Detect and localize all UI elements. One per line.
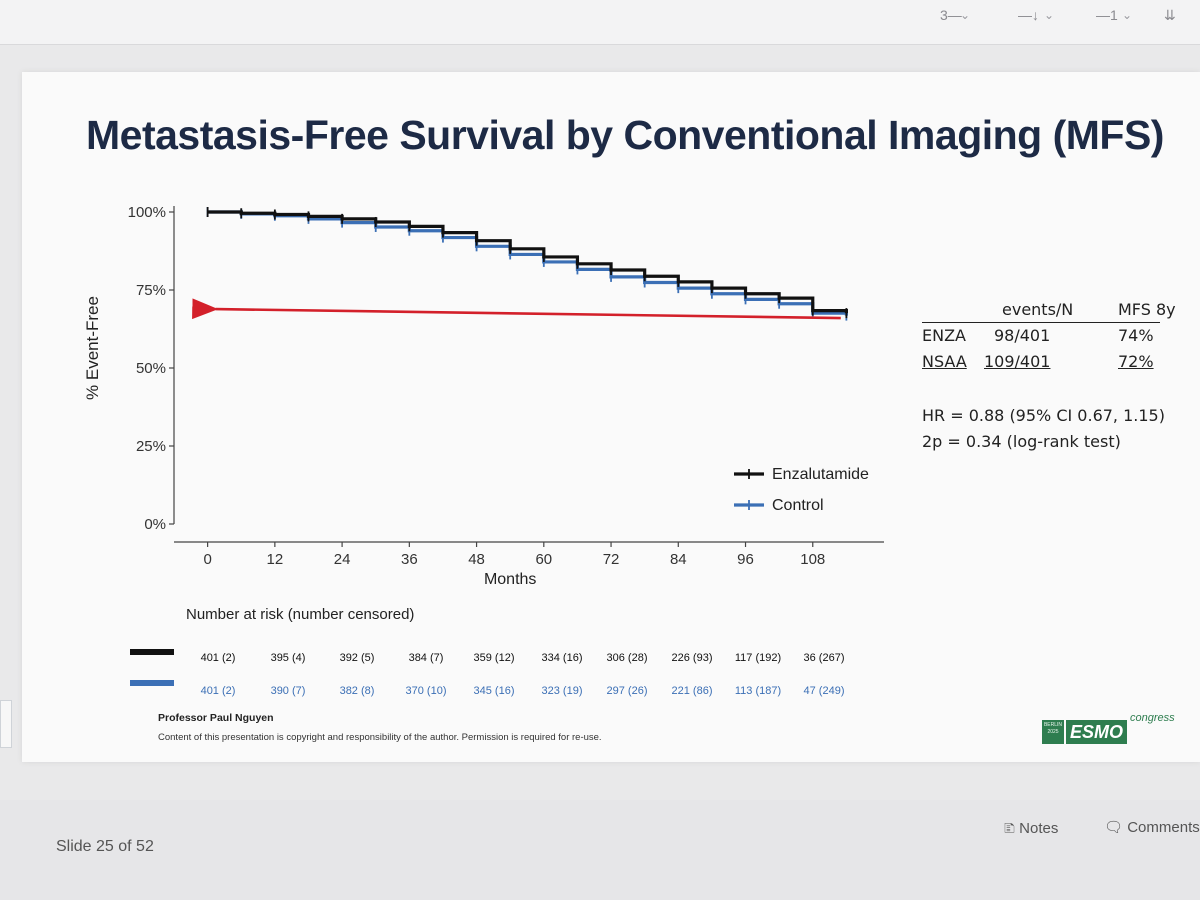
comments-label: Comments bbox=[1127, 819, 1200, 836]
chart-series bbox=[206, 207, 848, 321]
notes-button[interactable]: 🗈 Notes bbox=[1004, 818, 1058, 843]
stats-mfs: 72% bbox=[1118, 352, 1154, 371]
y-tick-label: 0% bbox=[144, 516, 166, 533]
x-tick-label: 48 bbox=[468, 551, 485, 568]
x-axis-label: Months bbox=[484, 571, 536, 588]
risk-cell-enza: 306 (28) bbox=[606, 652, 648, 664]
chevron-down-icon[interactable]: ⌄ bbox=[960, 4, 970, 26]
risk-cell-control: 323 (19) bbox=[541, 685, 583, 697]
chart-reference bbox=[192, 298, 841, 320]
comments-button[interactable]: 🗨 Comments bbox=[1104, 818, 1200, 836]
slide-thumbnail[interactable] bbox=[0, 700, 12, 748]
risk-cell-control: 390 (7) bbox=[270, 685, 306, 697]
x-tick-label: 108 bbox=[800, 551, 825, 568]
esmo-logo-sub: congress bbox=[1130, 712, 1175, 724]
text-direction-button[interactable]: ⇊ bbox=[1164, 4, 1176, 26]
chevron-down-icon[interactable]: ⌄ bbox=[1122, 4, 1132, 26]
risk-legend-enza bbox=[130, 649, 174, 655]
risk-cell-enza: 401 (2) bbox=[200, 652, 236, 664]
risk-cell-control: 370 (10) bbox=[405, 685, 447, 697]
risk-cell-enza: 392 (5) bbox=[339, 652, 375, 664]
stats-mfs: 74% bbox=[1118, 326, 1154, 345]
line-spacing-button[interactable]: 3— bbox=[940, 4, 962, 26]
author-name: Professor Paul Nguyen bbox=[158, 712, 274, 724]
risk-cell-enza: 359 (12) bbox=[473, 652, 515, 664]
risk-table-title: Number at risk (number censored) bbox=[186, 606, 415, 623]
risk-cell-enza: 334 (16) bbox=[541, 652, 583, 664]
risk-cell-control: 47 (249) bbox=[803, 685, 845, 697]
x-tick-label: 60 bbox=[535, 551, 552, 568]
x-tick-label: 72 bbox=[603, 551, 620, 568]
risk-cell-control: 345 (16) bbox=[473, 685, 515, 697]
esmo-logo: BERLIN 2025 ESMO congress bbox=[1042, 712, 1192, 752]
stats-events: 98/401 bbox=[994, 326, 1051, 345]
notes-label: Notes bbox=[1019, 820, 1059, 837]
risk-cell-enza: 226 (93) bbox=[671, 652, 713, 664]
risk-cell-enza: 36 (267) bbox=[803, 652, 845, 664]
risk-cell-control: 401 (2) bbox=[200, 685, 236, 697]
reference-arrow bbox=[192, 298, 841, 320]
y-tick-label: 75% bbox=[136, 282, 166, 299]
align-button[interactable]: —1 bbox=[1096, 4, 1118, 26]
risk-cell-control: 113 (187) bbox=[734, 685, 782, 697]
esmo-logo-word: ESMO bbox=[1066, 720, 1128, 744]
stats-divider bbox=[922, 322, 1160, 323]
y-tick-label: 100% bbox=[128, 204, 166, 221]
stats-header-mfs: MFS 8y bbox=[1118, 300, 1176, 319]
slide-canvas[interactable]: Metastasis-Free Survival by Conventional… bbox=[22, 72, 1200, 762]
slide-counter: Slide 25 of 52 bbox=[56, 838, 154, 855]
y-axis-label: % Event-Free bbox=[83, 296, 102, 400]
copyright-notice: Content of this presentation is copyrigh… bbox=[158, 732, 602, 743]
y-tick-label: 25% bbox=[136, 438, 166, 455]
p-value: 2p = 0.34 (log-rank test) bbox=[922, 432, 1121, 451]
x-tick-label: 36 bbox=[401, 551, 418, 568]
comment-icon: 🗨 bbox=[1104, 819, 1124, 836]
esmo-logo-badge: BERLIN 2025 bbox=[1042, 720, 1064, 744]
stats-header-events: events/N bbox=[1002, 300, 1074, 319]
y-tick-label: 50% bbox=[136, 360, 166, 377]
legend-label: Enzalutamide bbox=[772, 466, 869, 483]
x-tick-label: 12 bbox=[267, 551, 284, 568]
risk-cell-enza: 384 (7) bbox=[408, 652, 444, 664]
status-bar bbox=[0, 800, 1200, 900]
chevron-down-icon[interactable]: ⌄ bbox=[1044, 4, 1054, 26]
x-tick-label: 96 bbox=[737, 551, 754, 568]
risk-cell-enza: 117 (192) bbox=[734, 652, 782, 664]
notes-icon: 🗈 bbox=[1004, 820, 1015, 837]
x-tick-label: 84 bbox=[670, 551, 687, 568]
risk-cell-control: 297 (26) bbox=[606, 685, 648, 697]
chart-legend: Enzalutamide Control bbox=[734, 466, 869, 514]
chart-axes: 0% 25% 50% 75% 100% 0 12 24 36 48 60 72 84 96 108 Month… bbox=[83, 204, 884, 588]
ribbon-bar: 3— ⌄ —↓ ⌄ —1 ⌄ ⇊ bbox=[0, 0, 1200, 45]
hazard-ratio: HR = 0.88 (95% CI 0.67, 1.15) bbox=[922, 406, 1165, 425]
legend-label: Control bbox=[772, 497, 824, 514]
risk-cell-enza: 395 (4) bbox=[270, 652, 306, 664]
stats-events: 109/401 bbox=[984, 352, 1051, 371]
series-line-control bbox=[207, 210, 848, 316]
risk-legend-control bbox=[130, 680, 174, 686]
stats-arm: ENZA bbox=[922, 326, 966, 345]
paragraph-button[interactable]: —↓ bbox=[1018, 4, 1039, 26]
risk-cell-control: 221 (86) bbox=[671, 685, 713, 697]
risk-cell-control: 382 (8) bbox=[339, 685, 375, 697]
x-tick-label: 0 bbox=[203, 551, 211, 568]
stats-arm: NSAA bbox=[922, 352, 967, 371]
x-tick-label: 24 bbox=[334, 551, 351, 568]
